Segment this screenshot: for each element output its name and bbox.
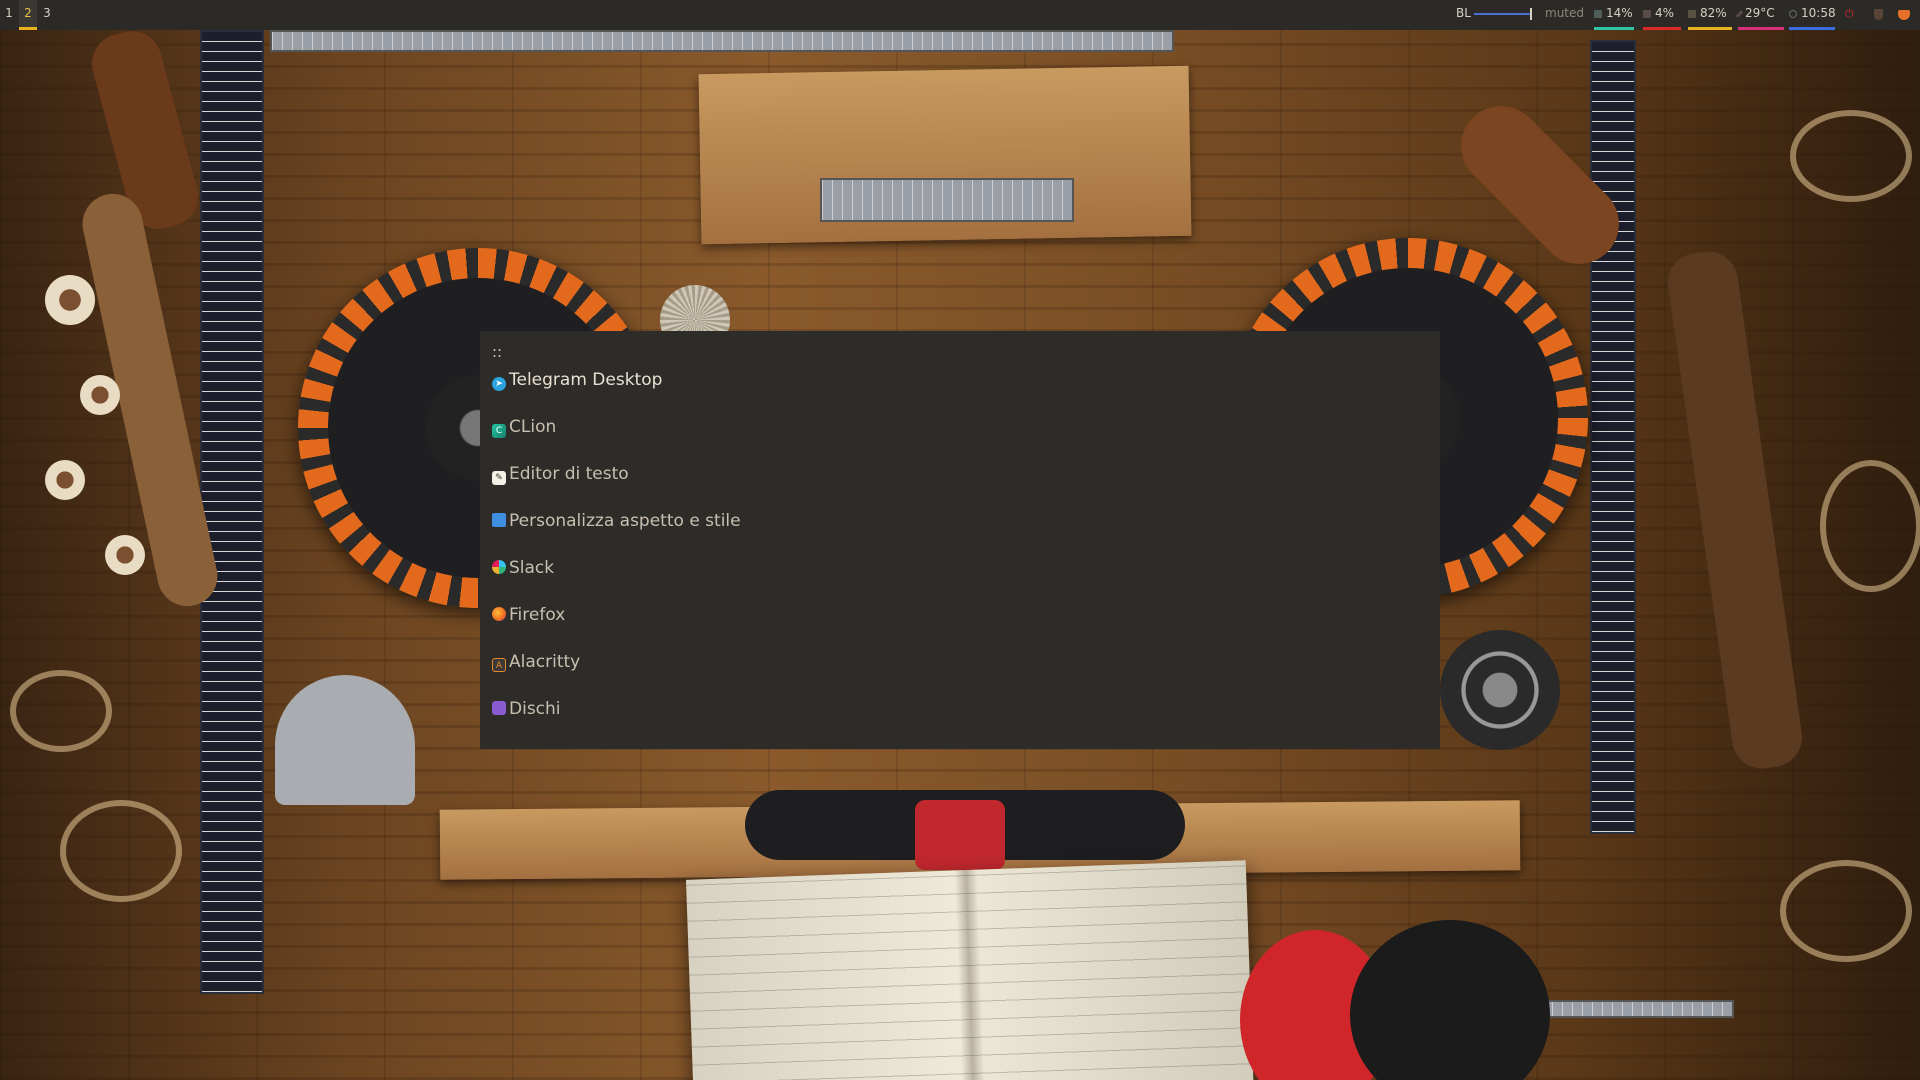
- tray-shield-icon[interactable]: [1874, 0, 1883, 30]
- wallpaper-ruler-right: [1590, 40, 1636, 834]
- launcher-item-telegram-desktop[interactable]: ➤ Telegram Desktop: [492, 365, 662, 395]
- volume-status: muted: [1545, 6, 1584, 20]
- thermometer-icon: [1735, 9, 1744, 18]
- clock-module[interactable]: 10:58: [1789, 0, 1836, 30]
- wallpaper-ruler-top: [270, 30, 1174, 52]
- clion-icon: C: [492, 424, 506, 438]
- cpu-module: 14%: [1594, 0, 1634, 30]
- launcher-item-label: Alacritty: [509, 652, 581, 672]
- workspace-button-3[interactable]: 3: [38, 0, 56, 30]
- memory-value: 4%: [1655, 6, 1675, 20]
- appearance-settings-icon: [492, 513, 506, 527]
- backlight-module[interactable]: BL: [1456, 0, 1471, 30]
- disk-module: 82%: [1688, 0, 1732, 30]
- backlight-slider-handle[interactable]: [1530, 8, 1532, 20]
- clock-value: 10:58: [1801, 6, 1836, 20]
- slack-icon: [492, 560, 506, 574]
- temperature-module: 29°C: [1735, 0, 1784, 30]
- wallpaper-steel-rule: [820, 178, 1074, 222]
- launcher-item-label: CLion: [509, 417, 557, 437]
- memory-module: 4%: [1643, 0, 1681, 30]
- launcher-item-label: Firefox: [509, 605, 566, 625]
- cpu-value: 14%: [1606, 6, 1633, 20]
- launcher-prompt[interactable]: ::: [492, 343, 502, 361]
- backlight-slider[interactable]: [1474, 13, 1530, 15]
- workspace-button-2[interactable]: 2: [19, 0, 37, 30]
- launcher-item-editor-di-testo[interactable]: ✎ Editor di testo: [492, 459, 629, 489]
- tray-fox-icon[interactable]: [1898, 0, 1910, 30]
- launcher-item-dischi[interactable]: Dischi: [492, 694, 561, 724]
- launcher-item-firefox[interactable]: Firefox: [492, 600, 565, 630]
- launcher-item-clion[interactable]: C CLion: [492, 412, 556, 442]
- volume-module[interactable]: muted: [1545, 0, 1584, 30]
- temperature-value: 29°C: [1745, 6, 1775, 20]
- launcher-item-label: Telegram Desktop: [509, 370, 663, 390]
- text-editor-icon: ✎: [492, 471, 506, 485]
- disk-value: 82%: [1700, 6, 1727, 20]
- launcher-item-label: Personalizza aspetto e stile: [509, 511, 741, 531]
- cpu-icon: [1594, 9, 1602, 18]
- wallpaper-bevel-gauge: [275, 675, 415, 805]
- disks-icon: [492, 701, 506, 715]
- launcher-item-label: Slack: [509, 558, 555, 578]
- launcher-item-label: Editor di testo: [509, 464, 629, 484]
- launcher-item-personalizza-aspetto-e-stile[interactable]: Personalizza aspetto e stile: [492, 506, 741, 536]
- alacritty-icon: A: [492, 658, 506, 672]
- telegram-icon: ➤: [492, 377, 506, 391]
- workspace-button-1[interactable]: 1: [0, 0, 18, 30]
- power-icon[interactable]: ⏻: [1845, 0, 1854, 30]
- launcher-item-alacritty[interactable]: A Alacritty: [492, 647, 580, 677]
- clock-icon: [1789, 9, 1797, 18]
- app-launcher-window: :: ➤ Telegram Desktop C CLion ✎ Editor di t…: [480, 331, 1440, 749]
- wallpaper-open-book: [685, 860, 1255, 1080]
- backlight-label: BL: [1456, 6, 1471, 20]
- memory-icon: [1643, 9, 1651, 18]
- launcher-item-label: Dischi: [509, 699, 561, 719]
- disk-icon: [1688, 9, 1696, 18]
- firefox-icon: [492, 607, 506, 621]
- wallpaper-ruler-left: [200, 30, 264, 994]
- top-status-bar: 1 2 3 BL muted 14% 4% 82% 29°C 10:58 ⏻: [0, 0, 1920, 30]
- launcher-item-slack[interactable]: Slack: [492, 553, 554, 583]
